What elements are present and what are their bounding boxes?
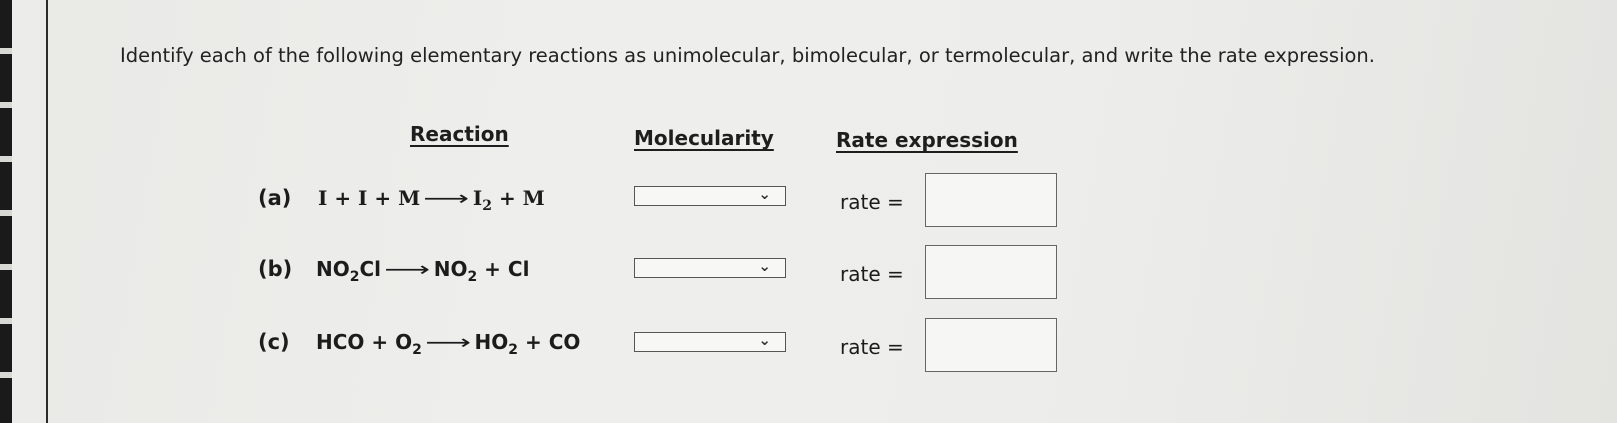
row-b-rate-label: rate =	[840, 262, 904, 286]
left-border	[0, 0, 48, 423]
row-b-reactants: NO2Cl	[316, 257, 382, 285]
row-b-molecularity-select[interactable]: ⌄	[634, 257, 786, 278]
row-a-products: I2 + M	[472, 186, 545, 214]
reaction-arrow-icon: ⟶	[425, 330, 472, 354]
instructions-text: Identify each of the following elementar…	[120, 44, 1375, 67]
left-border-line	[46, 0, 48, 423]
row-b-rate-input[interactable]	[925, 245, 1057, 299]
row-b-equation: NO2Cl ⟶ NO2 + Cl	[316, 257, 529, 285]
row-a-reactants: I + I + M	[318, 186, 421, 210]
chevron-down-icon: ⌄	[758, 257, 771, 275]
row-c-molecularity-select[interactable]: ⌄	[634, 331, 786, 352]
chevron-down-icon: ⌄	[758, 331, 771, 349]
row-c-equation: HCO + O2 ⟶ HO2 + CO	[316, 330, 580, 358]
left-border-dashes	[0, 0, 12, 423]
row-b-products: NO2 + Cl	[433, 257, 530, 285]
row-a-rate-input[interactable]	[925, 173, 1057, 227]
chevron-down-icon: ⌄	[758, 185, 771, 203]
reaction-arrow-icon: ⟶	[384, 257, 431, 281]
header-reaction: Reaction	[410, 122, 509, 146]
row-c-letter: (c)	[258, 330, 290, 354]
row-c-rate-input[interactable]	[925, 318, 1057, 372]
header-rate-expression: Rate expression	[836, 128, 1018, 152]
row-c-products: HO2 + CO	[474, 330, 581, 358]
row-a-letter: (a)	[258, 186, 292, 210]
row-a-rate-label: rate =	[840, 190, 904, 214]
row-a-equation: I + I + M ⟶ I2 + M	[318, 186, 545, 214]
row-c-rate-label: rate =	[840, 335, 904, 359]
reaction-arrow-icon: ⟶	[423, 186, 470, 210]
row-c-reactants: HCO + O2	[316, 330, 422, 358]
header-molecularity: Molecularity	[634, 126, 774, 150]
row-b-letter: (b)	[258, 257, 293, 281]
row-a-molecularity-select[interactable]: ⌄	[634, 185, 786, 206]
